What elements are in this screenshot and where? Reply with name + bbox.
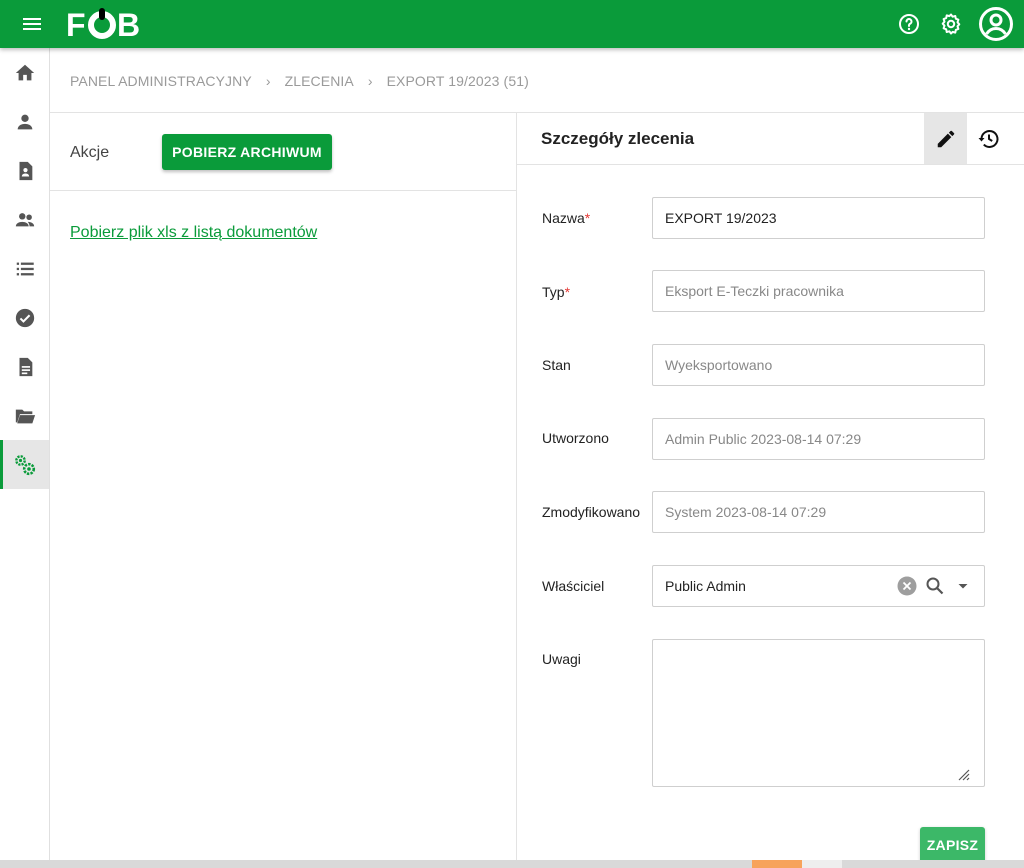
person-icon <box>17 114 32 129</box>
sidebar-item-list[interactable] <box>0 244 49 293</box>
people-icon <box>15 212 34 226</box>
status-label: Stan <box>542 357 571 373</box>
breadcrumb-item-current: EXPORT 19/2023 (51) <box>386 73 529 89</box>
breadcrumb-item-orders[interactable]: ZLECENIA <box>285 73 354 89</box>
svg-text:B: B <box>117 8 140 40</box>
download-xls-link[interactable]: Pobierz plik xls z listą dokumentów <box>70 224 317 242</box>
type-field: Eksport E-Teczki pracownika <box>652 270 985 312</box>
edit-button[interactable] <box>924 113 967 164</box>
sidebar-item-tasks[interactable] <box>0 293 49 342</box>
created-label: Utworzono <box>542 430 609 446</box>
modified-field: System 2023-08-14 07:29 <box>652 491 985 533</box>
notes-textarea[interactable] <box>652 639 985 787</box>
history-icon <box>978 129 998 148</box>
top-app-bar: F B <box>0 0 1024 48</box>
details-header: Szczegóły zlecenia <box>517 113 1024 165</box>
owner-select[interactable]: Public Admin <box>652 565 985 607</box>
clear-icon[interactable] <box>896 575 918 597</box>
chevron-down-icon[interactable] <box>952 575 974 597</box>
status-field: Wyeksportowano <box>652 344 985 386</box>
name-label: Nazwa* <box>542 210 591 226</box>
owner-label: Właściciel <box>542 578 605 594</box>
document-icon <box>19 357 32 376</box>
notes-label: Uwagi <box>542 651 581 667</box>
folder-open-icon <box>15 409 35 423</box>
svg-text:F: F <box>66 8 86 40</box>
scrollbar-thumb[interactable] <box>802 860 842 868</box>
settings-gear-icon[interactable] <box>936 9 966 39</box>
owner-value: Public Admin <box>665 578 746 594</box>
cogs-icon <box>14 454 35 475</box>
person-document-icon <box>19 161 32 180</box>
search-icon[interactable] <box>924 575 946 597</box>
type-label: Typ* <box>542 284 571 300</box>
horizontal-scrollbar[interactable] <box>0 860 1024 868</box>
sidebar-item-employee-files[interactable] <box>0 146 49 195</box>
actions-panel: Akcje POBIERZ ARCHIWUM Pobierz plik xls … <box>50 113 516 868</box>
scrollbar-accent <box>752 860 802 868</box>
pencil-icon <box>937 130 954 147</box>
order-details-panel: Szczegóły zlecenia Nazwa* Typ* Eksport E… <box>517 113 1024 868</box>
list-icon <box>16 262 34 275</box>
details-title: Szczegóły zlecenia <box>541 129 695 148</box>
save-button[interactable]: ZAPISZ <box>920 827 985 863</box>
sidebar <box>0 48 50 868</box>
download-archive-button[interactable]: POBIERZ ARCHIWUM <box>162 134 332 170</box>
sidebar-item-folders[interactable] <box>0 391 49 440</box>
sidebar-item-person[interactable] <box>0 97 49 146</box>
chevron-right-icon: › <box>265 73 271 89</box>
app-logo[interactable]: F B <box>66 8 144 40</box>
hamburger-menu-icon[interactable] <box>18 12 46 36</box>
name-field[interactable] <box>652 197 985 239</box>
sidebar-item-documents[interactable] <box>0 342 49 391</box>
check-circle-icon <box>15 308 34 327</box>
sidebar-item-home[interactable] <box>0 48 49 97</box>
sidebar-item-people[interactable] <box>0 195 49 244</box>
chevron-right-icon: › <box>367 73 373 89</box>
help-circle-icon[interactable] <box>894 9 924 39</box>
breadcrumb-item-admin-panel[interactable]: PANEL ADMINISTRACYJNY <box>70 73 252 89</box>
actions-row: Akcje POBIERZ ARCHIWUM <box>50 113 516 191</box>
actions-label: Akcje <box>70 144 110 161</box>
breadcrumb: PANEL ADMINISTRACYJNY › ZLECENIA › EXPOR… <box>70 72 529 90</box>
home-icon <box>15 64 34 80</box>
created-field: Admin Public 2023-08-14 07:29 <box>652 418 985 460</box>
resize-handle-icon[interactable] <box>956 767 970 781</box>
account-circle-icon[interactable] <box>978 6 1014 42</box>
sidebar-item-administration[interactable] <box>0 440 49 489</box>
modified-label: Zmodyfikowano <box>542 504 641 520</box>
history-button[interactable] <box>967 113 1010 164</box>
